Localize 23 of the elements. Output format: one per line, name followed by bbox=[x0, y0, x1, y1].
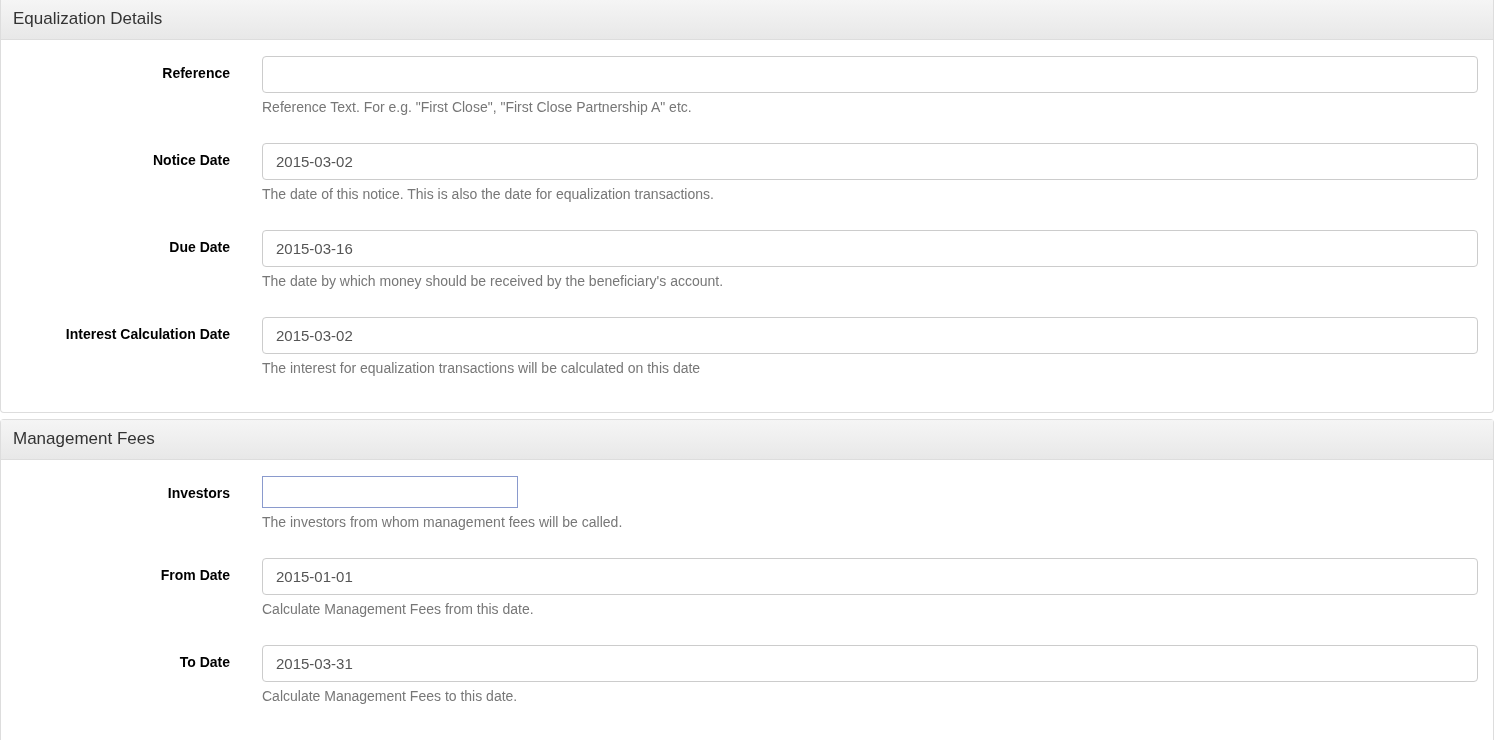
help-text: The date by which money should be received by the beneficiary's account. bbox=[262, 273, 724, 289]
field-label: Notice Date bbox=[151, 151, 230, 170]
help-text: Calculate Management Fees from this date. bbox=[262, 601, 534, 617]
field-label: Reference bbox=[161, 64, 230, 83]
help-text: The interest for equalization transactions will be calculated on this date bbox=[262, 360, 701, 376]
help-text: Calculate Management Fees to this date. bbox=[262, 688, 518, 704]
help-text: The investors from whom management fees will be called. bbox=[262, 514, 623, 530]
field-label: Interest Calculation Date bbox=[64, 325, 230, 344]
field-label: Due Date bbox=[168, 238, 230, 257]
input-field[interactable]: 2015-03-16 bbox=[262, 230, 1478, 267]
help-text: Reference Text. For e.g. "First Close", "First Close Partnership A" etc. bbox=[262, 99, 692, 115]
panel-header: Management Fees bbox=[1, 420, 1493, 460]
field-label: Investors bbox=[166, 484, 230, 503]
input-field[interactable]: 2015-03-31 bbox=[262, 645, 1478, 682]
input-field[interactable] bbox=[262, 56, 1478, 93]
investors-field[interactable] bbox=[262, 476, 518, 508]
field-label: From Date bbox=[159, 566, 230, 585]
panel-header: Equalization Details bbox=[1, 0, 1493, 40]
input-field[interactable]: 2015-01-01 bbox=[262, 558, 1478, 595]
input-field[interactable]: 2015-03-02 bbox=[262, 317, 1478, 354]
field-label: To Date bbox=[178, 653, 230, 672]
help-text: The date of this notice. This is also the date for equalization transactions. bbox=[262, 186, 714, 202]
input-field[interactable]: 2015-03-02 bbox=[262, 143, 1478, 180]
